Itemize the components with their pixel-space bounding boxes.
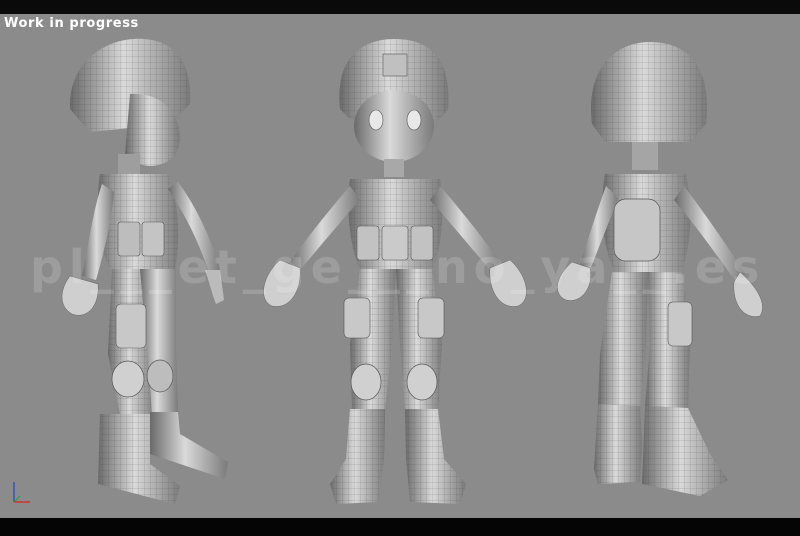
watermark-text: pl___et_ge___no_ya__.es (30, 240, 766, 294)
axis-gizmo-icon (13, 482, 30, 503)
bottom-bar (0, 518, 800, 536)
3d-viewport[interactable]: Work in progress pl___et_ge___no_ya__.es (0, 14, 800, 518)
top-bar (0, 0, 800, 14)
